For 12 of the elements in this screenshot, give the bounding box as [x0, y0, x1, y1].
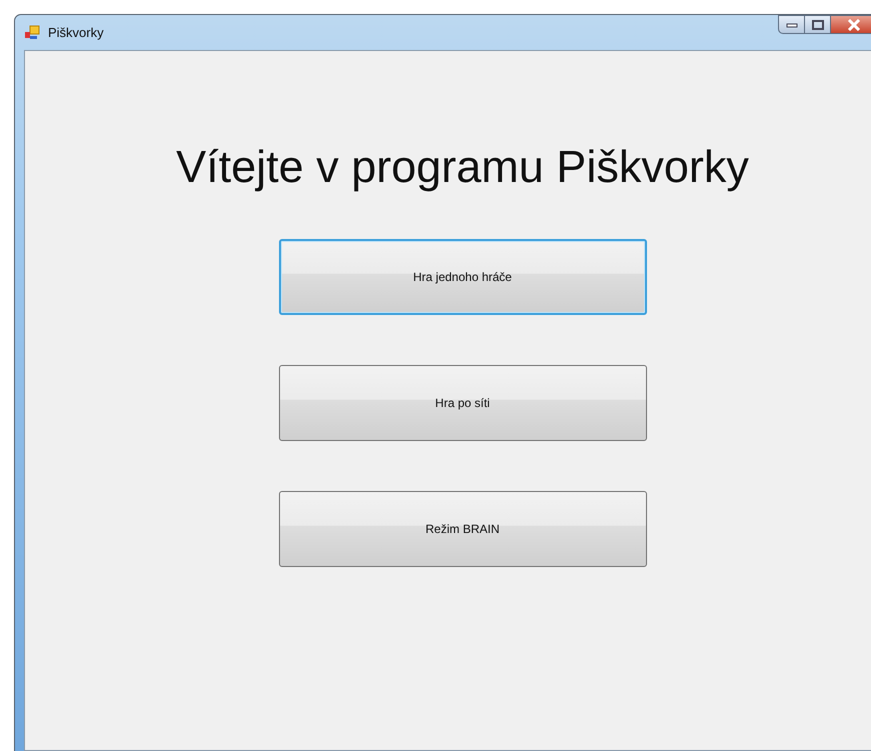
welcome-heading: Vítejte v programu Piškvorky	[175, 141, 749, 193]
app-icon	[24, 24, 40, 40]
minimize-icon	[786, 22, 798, 28]
close-icon	[846, 18, 860, 30]
window-title: Piškvorky	[48, 25, 104, 40]
maximize-button[interactable]	[805, 15, 831, 34]
menu-button[interactable]: Hra po síti	[278, 365, 646, 441]
menu-button[interactable]: Režim BRAIN	[278, 491, 646, 567]
close-button[interactable]	[831, 15, 871, 34]
minimize-button[interactable]	[778, 15, 805, 34]
menu-button[interactable]: Hra jednoho hráče	[278, 239, 646, 315]
maximize-icon	[812, 20, 824, 30]
